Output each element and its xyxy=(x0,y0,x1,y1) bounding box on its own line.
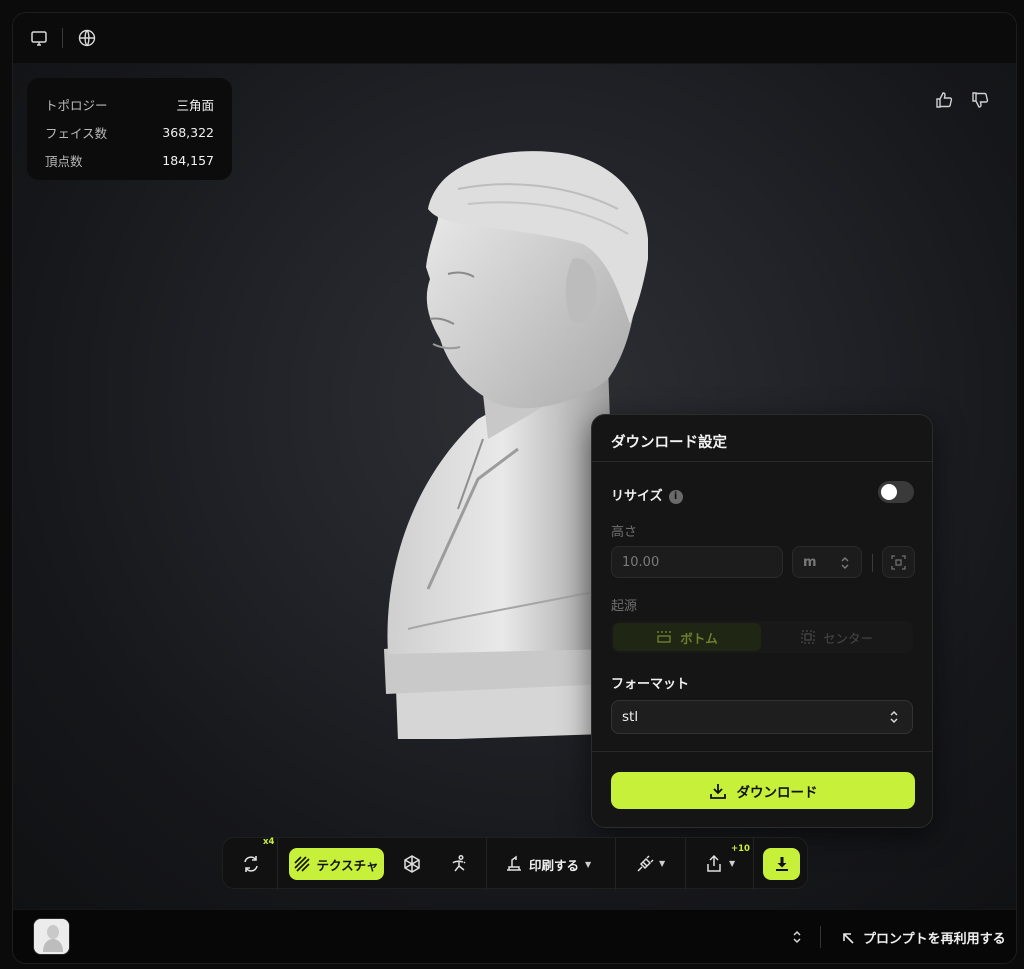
app-window: トポロジー 三角面 フェイス数 368,322 頂点数 184,157 ダウンロ… xyxy=(12,12,1017,964)
thumbs-down-icon[interactable] xyxy=(970,90,990,110)
height-label: 高さ xyxy=(611,525,638,540)
mesh-stats-panel: トポロジー 三角面 フェイス数 368,322 頂点数 184,157 xyxy=(27,78,232,180)
plugin-plug-icon[interactable] xyxy=(635,854,655,874)
toolbar-divider xyxy=(753,838,754,890)
resize-toggle[interactable] xyxy=(878,481,914,503)
bottom-bar: プロンプトを再利用する xyxy=(13,909,1016,963)
globe-icon[interactable] xyxy=(77,28,97,48)
format-label: フォーマット xyxy=(611,677,690,692)
toggle-knob xyxy=(881,484,897,500)
toolbar-divider xyxy=(277,838,278,890)
download-button[interactable]: ダウンロード xyxy=(611,772,915,809)
share-badge: +10 xyxy=(731,844,750,854)
chevron-down-icon[interactable]: ▼ xyxy=(659,859,665,868)
align-center-icon xyxy=(801,630,815,644)
format-value: stl xyxy=(622,709,639,725)
chevron-down-icon: ▼ xyxy=(585,859,592,869)
feedback-buttons xyxy=(934,90,990,110)
download-icon xyxy=(709,783,726,799)
unit-value: m xyxy=(803,555,817,570)
texture-hatch-icon xyxy=(294,856,311,872)
thumbs-up-icon[interactable] xyxy=(934,90,954,110)
monitor-icon[interactable] xyxy=(29,28,49,48)
unit-select[interactable]: m xyxy=(792,546,862,578)
height-input[interactable]: 10.00 xyxy=(611,546,783,578)
texture-button[interactable]: テクスチャ xyxy=(289,848,384,880)
regenerate-badge: x4 xyxy=(263,837,275,847)
origin-label: 起源 xyxy=(611,599,638,614)
download-icon xyxy=(775,857,788,871)
bottombar-divider xyxy=(820,926,821,948)
panel-title: ダウンロード設定 xyxy=(611,435,727,451)
model-thumbnail[interactable] xyxy=(33,918,70,955)
toolbar-divider xyxy=(615,838,616,890)
arrow-up-left-icon xyxy=(843,932,854,944)
bust-thumbnail-image xyxy=(34,919,69,954)
origin-segmented-control: ボトム センター xyxy=(611,621,913,653)
chevron-down-icon[interactable]: ▼ xyxy=(729,859,735,868)
format-select[interactable]: stl xyxy=(611,700,913,734)
quick-download-button[interactable] xyxy=(763,848,800,880)
chevron-updown-icon xyxy=(890,710,898,724)
chevron-updown-icon[interactable] xyxy=(791,929,803,945)
model-viewport[interactable]: トポロジー 三角面 フェイス数 368,322 頂点数 184,157 ダウンロ… xyxy=(13,64,1016,909)
panel-divider xyxy=(592,461,932,462)
stat-row-vertices: 頂点数 184,157 xyxy=(45,152,214,169)
model-toolbar: x4 テクスチャ 印刷する ▼ ▼ +10 ▼ xyxy=(222,837,808,890)
input-divider xyxy=(872,554,873,572)
mesh-cube-icon[interactable] xyxy=(402,854,422,874)
reuse-prompt-button[interactable]: プロンプトを再利用する xyxy=(841,928,1006,947)
height-value: 10.00 xyxy=(622,555,660,570)
auto-height-button[interactable] xyxy=(882,546,915,578)
print-button[interactable]: 印刷する ▼ xyxy=(505,852,591,876)
chevron-updown-icon xyxy=(841,556,849,570)
origin-option-center[interactable]: センター xyxy=(763,623,911,651)
top-bar xyxy=(13,13,1016,64)
resize-label-row: リサイズ i xyxy=(611,485,683,504)
scan-icon xyxy=(891,555,906,570)
download-settings-panel: ダウンロード設定 リサイズ i 高さ 10.00 m 起源 ボトム センター フ… xyxy=(591,414,933,828)
3d-print-icon xyxy=(507,855,521,871)
info-icon[interactable]: i xyxy=(668,490,683,504)
rig-figure-icon[interactable] xyxy=(449,854,469,874)
resize-label: リサイズ xyxy=(611,489,663,504)
regenerate-icon[interactable] xyxy=(241,854,261,874)
origin-option-bottom[interactable]: ボトム xyxy=(613,623,761,651)
topbar-divider xyxy=(62,28,63,48)
toolbar-divider xyxy=(486,838,487,890)
stat-row-faces: フェイス数 368,322 xyxy=(45,124,214,141)
share-icon[interactable] xyxy=(704,854,724,874)
toolbar-divider xyxy=(685,838,686,890)
stat-row-topology: トポロジー 三角面 xyxy=(45,97,214,113)
align-bottom-icon xyxy=(657,631,672,643)
panel-divider xyxy=(592,751,932,752)
